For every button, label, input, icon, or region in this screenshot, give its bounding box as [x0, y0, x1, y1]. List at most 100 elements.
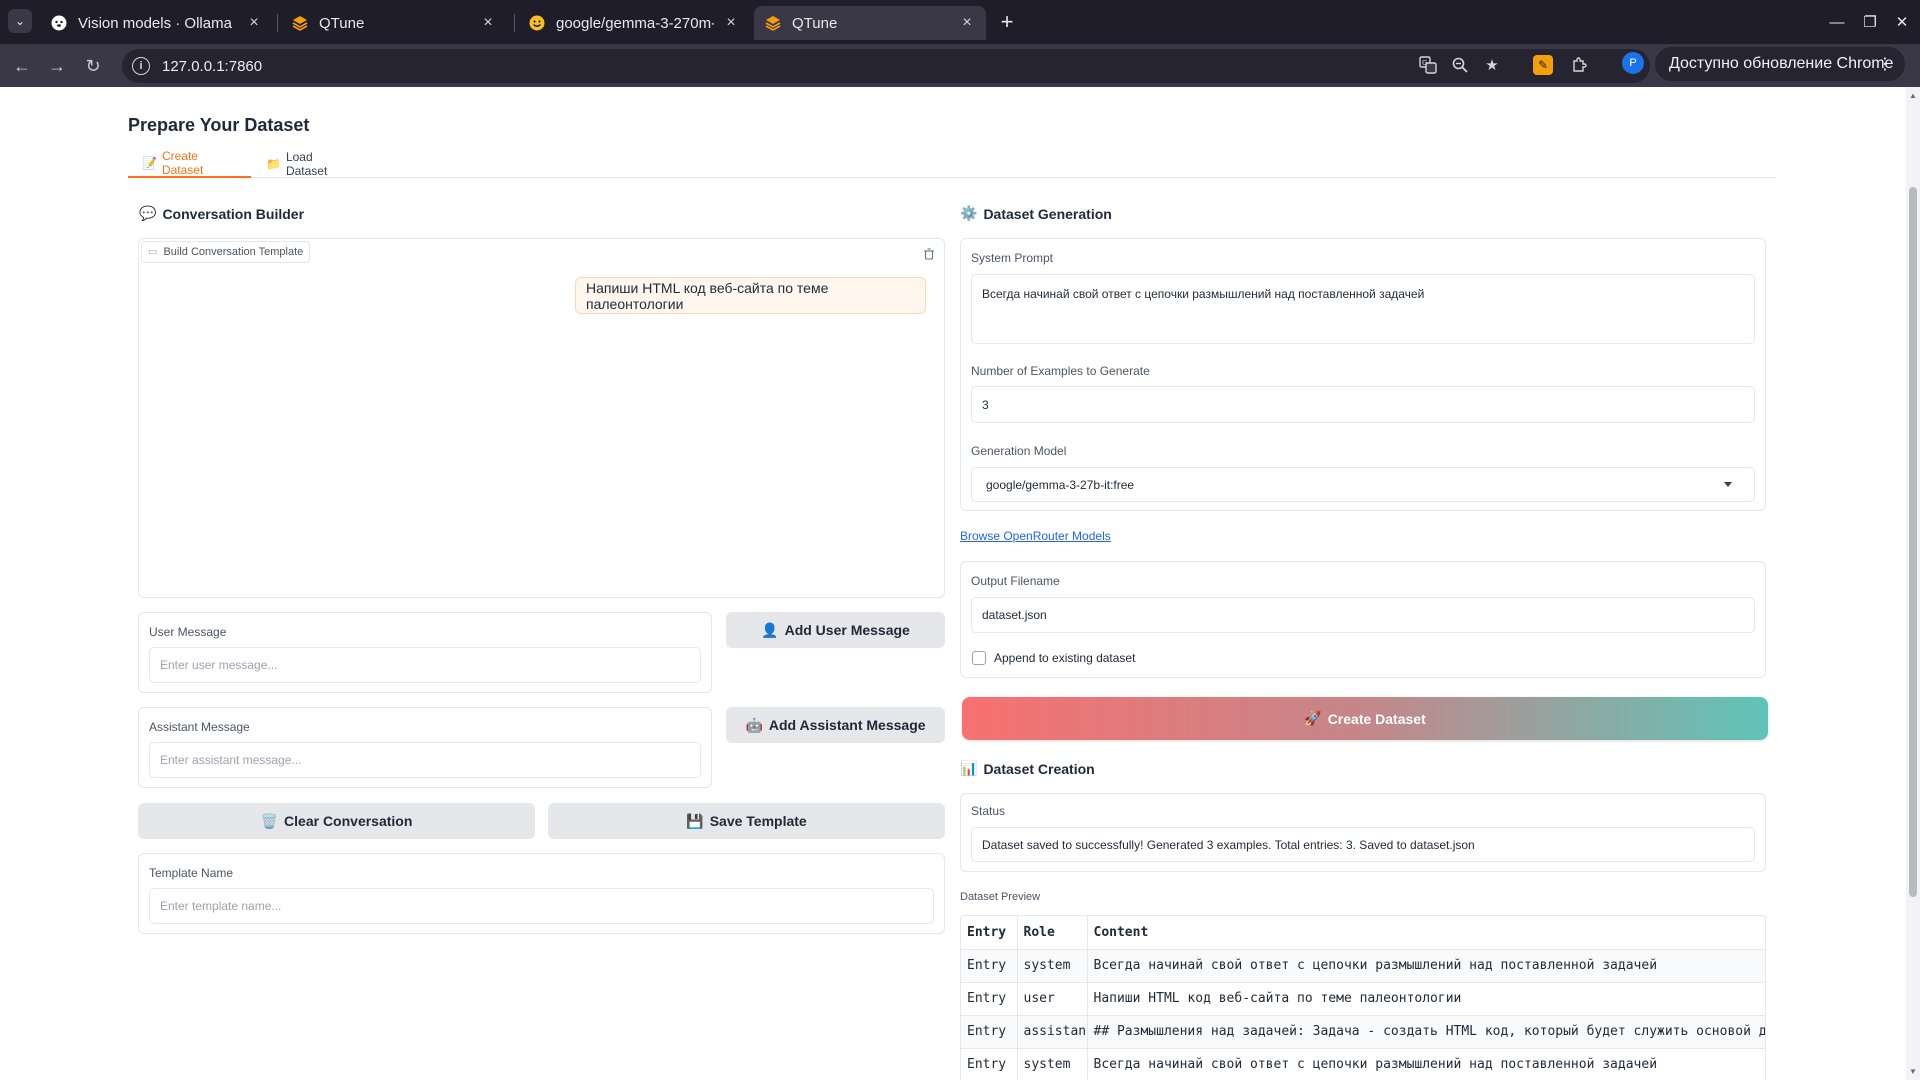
output-filename-label: Output Filename — [971, 574, 1060, 588]
status-panel: Status Dataset saved to successfully! Ge… — [960, 793, 1766, 872]
tab-separator — [277, 14, 278, 32]
user-message-bubble: Напиши HTML код веб-сайта по теме палеон… — [575, 277, 926, 314]
table-header-row: Entry Role Content — [961, 916, 1765, 950]
clear-conversation-button[interactable]: 🗑️ Clear Conversation — [138, 803, 535, 839]
append-label: Append to existing dataset — [994, 651, 1136, 665]
user-message-label: User Message — [149, 625, 227, 639]
table-row: Entry assistant ## Размышления над задач… — [961, 1015, 1765, 1049]
status-output: Dataset saved to successfully! Generated… — [971, 827, 1755, 862]
table-cell: ## Размышления над задачей: Задача - соз… — [1087, 1015, 1765, 1049]
zoom-icon[interactable] — [1449, 54, 1471, 76]
tab-load-dataset[interactable]: 📁 Load Dataset — [252, 150, 362, 178]
template-name-input[interactable]: Enter template name... — [149, 888, 934, 924]
qtune-icon — [764, 14, 782, 32]
output-filename-input[interactable]: dataset.json — [971, 597, 1755, 633]
template-name-label: Template Name — [149, 866, 234, 880]
dataset-creation-heading: 📊 Dataset Creation — [960, 760, 1095, 777]
chatbot-label: ▭ Build Conversation Template — [141, 241, 311, 263]
dataset-preview-table: Entry Role Content Entry system Всегда н… — [960, 915, 1766, 1080]
add-user-message-button[interactable]: 👤 Add User Message — [726, 612, 945, 648]
table-cell: user — [1017, 982, 1088, 1016]
tab-separator — [514, 14, 515, 32]
page-title: Prepare Your Dataset — [128, 115, 310, 135]
table-row: Entry system Всегда начинай свой ответ с… — [961, 949, 1765, 983]
generation-settings-panel: System Prompt Всегда начинай свой ответ … — [960, 238, 1766, 511]
tab-label: Load Dataset — [285, 150, 328, 178]
wastebasket-icon: 🗑️ — [260, 812, 279, 829]
site-info-icon[interactable]: i — [132, 57, 150, 75]
close-icon[interactable]: × — [722, 14, 740, 32]
tab-create-dataset[interactable]: 📝 Create Dataset — [128, 149, 251, 178]
reload-icon[interactable]: ↻ — [79, 52, 107, 80]
extension-icon[interactable]: ✎ — [1533, 55, 1553, 75]
chrome-update-button[interactable]: Доступно обновление Chrome ⋮ — [1655, 47, 1905, 81]
table-cell: Entry — [961, 1048, 1018, 1080]
close-icon[interactable]: × — [479, 14, 497, 32]
assistant-message-input[interactable]: Enter assistant message... — [149, 742, 701, 778]
dropdown-arrow-icon — [1724, 482, 1732, 487]
conversation-builder-heading: 💬 Conversation Builder — [139, 205, 305, 222]
create-dataset-button[interactable]: 🚀 Create Dataset — [962, 697, 1768, 740]
speech-bubble-icon: 💬 — [139, 205, 157, 221]
table-row: Entry user Напиши HTML код веб-сайта по … — [961, 982, 1765, 1016]
table-cell: Entry — [961, 982, 1018, 1016]
append-dataset-option[interactable]: Append to existing dataset — [972, 651, 1135, 665]
num-examples-label: Number of Examples to Generate — [971, 364, 1150, 378]
assistant-message-block: Assistant Message Enter assistant messag… — [138, 707, 712, 788]
num-examples-input[interactable]: 3 — [971, 386, 1755, 423]
browse-openrouter-link[interactable]: Browse OpenRouter Models — [960, 529, 1111, 543]
update-label: Доступно обновление Chrome — [1669, 55, 1894, 72]
add-assistant-message-button[interactable]: 🤖 Add Assistant Message — [726, 707, 945, 743]
system-prompt-label: System Prompt — [971, 251, 1054, 265]
svg-text:G: G — [1422, 59, 1427, 67]
generation-model-select[interactable]: google/gemma-3-27b-it:free — [971, 467, 1755, 502]
generation-model-label: Generation Model — [971, 444, 1067, 458]
user-icon: 👤 — [761, 621, 779, 638]
template-name-block: Template Name Enter template name... — [138, 853, 945, 934]
tab-label: Create Dataset — [161, 149, 204, 177]
bookmark-star-icon[interactable]: ★ — [1481, 54, 1503, 76]
back-icon[interactable]: ← — [8, 52, 36, 80]
save-template-button[interactable]: 💾 Save Template — [548, 803, 945, 839]
browser-tab-qtune-active[interactable]: QTune × — [754, 6, 986, 40]
table-cell: Всегда начинай свой ответ с цепочки разм… — [1087, 949, 1765, 983]
browser-tab-strip: ⌄ Vision models · Ollama Search × QTune … — [0, 0, 1920, 44]
close-icon[interactable]: × — [958, 14, 976, 32]
window-close-icon[interactable]: ✕ — [1890, 10, 1914, 34]
page-scrollbar[interactable]: ▲ ▼ — [1906, 87, 1920, 1080]
more-menu-icon[interactable]: ⋮ — [1877, 54, 1893, 74]
column-header: Content — [1087, 916, 1765, 950]
table-cell: Всегда начинай свой ответ с цепочки разм… — [1087, 1048, 1765, 1080]
browser-tab-ollama[interactable]: Vision models · Ollama Search × — [40, 6, 273, 40]
user-message-input[interactable]: Enter user message... — [149, 647, 701, 683]
table-cell: Entry — [961, 1015, 1018, 1049]
close-icon[interactable]: × — [245, 14, 263, 32]
browser-tab-huggingface[interactable]: google/gemma-3-270m-it · Hugging Face × — [518, 6, 750, 40]
tab-title: QTune — [792, 14, 838, 32]
qtune-icon — [291, 14, 309, 32]
dataset-preview-label: Dataset Preview — [960, 891, 1041, 903]
status-label: Status — [971, 804, 1006, 818]
trash-icon[interactable] — [922, 247, 936, 261]
browser-tab-qtune[interactable]: QTune × — [281, 6, 507, 40]
append-checkbox[interactable] — [972, 651, 986, 665]
tab-search-button[interactable]: ⌄ — [8, 9, 32, 33]
bar-chart-icon: 📊 — [960, 760, 978, 776]
table-cell: Напиши HTML код веб-сайта по теме палеон… — [1087, 982, 1765, 1016]
translate-icon[interactable]: G — [1417, 54, 1439, 76]
forward-icon[interactable]: → — [43, 52, 71, 80]
column-header: Entry — [961, 916, 1018, 950]
table-cell: system — [1017, 1048, 1088, 1080]
extensions-puzzle-icon[interactable] — [1568, 54, 1590, 76]
table-row: Entry system Всегда начинай свой ответ с… — [961, 1048, 1765, 1080]
table-cell: system — [1017, 949, 1088, 983]
scroll-down-icon[interactable]: ▼ — [1909, 1067, 1917, 1076]
restore-icon[interactable]: ❐ — [1858, 10, 1882, 34]
system-prompt-textarea[interactable]: Всегда начинай свой ответ с цепочки разм… — [971, 274, 1755, 344]
minimize-icon[interactable]: — — [1825, 10, 1849, 34]
scroll-up-icon[interactable]: ▲ — [1909, 91, 1917, 100]
scrollbar-thumb[interactable] — [1909, 187, 1917, 897]
gear-icon: ⚙️ — [960, 205, 978, 221]
profile-avatar[interactable]: P — [1622, 52, 1644, 74]
new-tab-button[interactable]: + — [995, 9, 1019, 34]
